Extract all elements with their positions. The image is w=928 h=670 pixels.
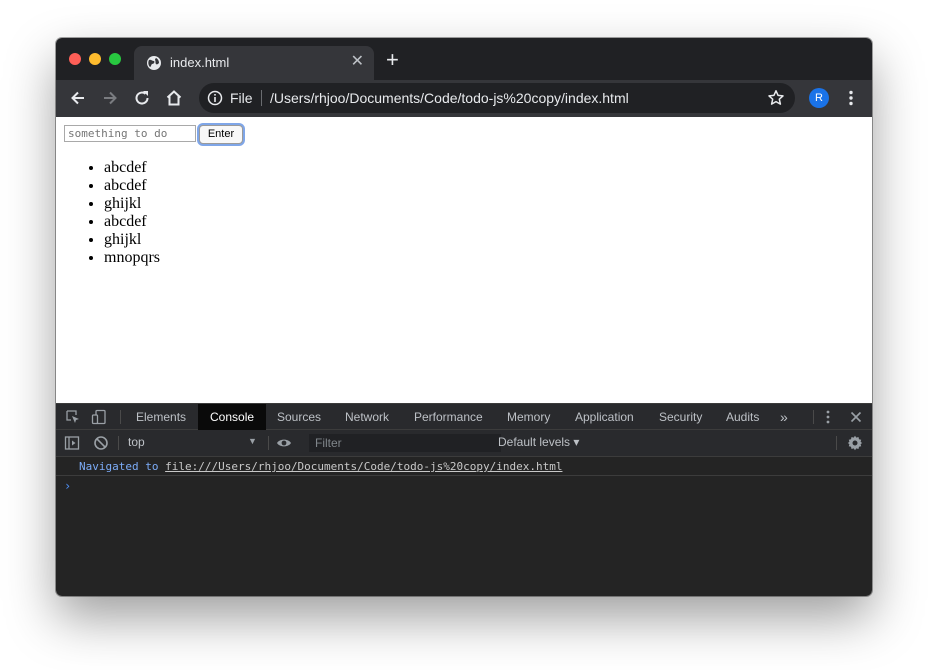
toolbar-divider [120, 410, 121, 424]
bookmark-star-icon[interactable] [767, 89, 785, 107]
devtools-panel: Elements Console Sources Network Perform… [56, 403, 872, 596]
tab-strip: index.html ✕ + [56, 38, 872, 80]
context-select[interactable]: top [128, 435, 145, 449]
close-window-button[interactable] [69, 53, 81, 65]
clear-console-icon[interactable] [93, 435, 109, 451]
tab-index-html[interactable]: index.html ✕ [134, 46, 374, 80]
console-prompt-icon[interactable]: › [64, 479, 71, 493]
tab-title: index.html [170, 55, 230, 70]
navigated-label: Navigated to [79, 460, 159, 473]
context-dropdown-arrow-icon[interactable]: ▼ [248, 436, 257, 446]
tab-security[interactable]: Security [647, 404, 714, 430]
browser-toolbar: File /Users/rhjoo/Documents/Code/todo-js… [56, 80, 872, 117]
profile-avatar[interactable]: R [809, 88, 829, 108]
inspect-element-icon[interactable] [65, 409, 81, 425]
minimize-window-button[interactable] [89, 53, 101, 65]
home-icon[interactable] [164, 88, 184, 108]
console-message: Navigated to file:///Users/rhjoo/Documen… [56, 457, 872, 476]
tab-audits[interactable]: Audits [714, 404, 771, 430]
devtools-tabbar: Elements Console Sources Network Perform… [56, 403, 872, 430]
device-toolbar-icon[interactable] [91, 409, 107, 425]
tab-console[interactable]: Console [198, 404, 267, 430]
info-icon[interactable] [207, 90, 223, 106]
tab-network[interactable]: Network [333, 404, 401, 430]
scheme-label: File [230, 90, 253, 106]
live-expression-eye-icon[interactable] [276, 435, 292, 451]
close-devtools-icon[interactable] [848, 409, 864, 425]
console-toolbar: top ▼ Default levels ▾ [56, 430, 872, 457]
globe-icon [147, 56, 161, 70]
more-tabs-chevron-icon[interactable]: » [780, 404, 788, 430]
enter-button[interactable]: Enter [199, 125, 243, 144]
todo-list: abcdef abcdef ghijkl abcdef ghijkl mnopq… [64, 159, 160, 267]
tab-memory[interactable]: Memory [495, 404, 562, 430]
tab-performance[interactable]: Performance [402, 404, 495, 430]
tab-application[interactable]: Application [563, 404, 646, 430]
console-settings-gear-icon[interactable] [847, 435, 863, 451]
zoom-window-button[interactable] [109, 53, 121, 65]
todo-input[interactable] [64, 125, 196, 142]
forward-arrow-icon[interactable] [100, 88, 120, 108]
new-tab-button[interactable]: + [386, 49, 399, 71]
toolbar-divider [118, 436, 119, 450]
sidebar-toggle-icon[interactable] [64, 435, 80, 451]
devtools-menu-icon[interactable] [820, 409, 836, 425]
tab-elements[interactable]: Elements [124, 404, 198, 430]
list-item: ghijkl [104, 231, 160, 249]
url-text[interactable]: /Users/rhjoo/Documents/Code/todo-js%20co… [270, 90, 629, 106]
omnibox-divider [261, 90, 262, 106]
list-item: abcdef [104, 213, 160, 231]
back-arrow-icon[interactable] [68, 88, 88, 108]
close-tab-icon[interactable]: ✕ [351, 54, 364, 70]
reload-icon[interactable] [132, 88, 152, 108]
page-viewport: Enter abcdef abcdef ghijkl abcdef ghijkl… [56, 117, 872, 403]
browser-window: index.html ✕ + File /Users/rhjoo/Documen… [56, 38, 872, 596]
filter-input[interactable] [309, 434, 501, 452]
list-item: abcdef [104, 159, 160, 177]
toolbar-divider [813, 410, 814, 424]
toolbar-divider [268, 436, 269, 450]
toolbar-divider [836, 436, 837, 450]
more-menu-icon[interactable] [841, 88, 861, 108]
list-item: mnopqrs [104, 249, 160, 267]
address-bar[interactable]: File /Users/rhjoo/Documents/Code/todo-js… [199, 83, 795, 113]
list-item: abcdef [104, 177, 160, 195]
navigated-url-link[interactable]: file:///Users/rhjoo/Documents/Code/todo-… [165, 460, 562, 473]
log-levels-dropdown[interactable]: Default levels ▾ [498, 435, 579, 449]
list-item: ghijkl [104, 195, 160, 213]
tab-sources[interactable]: Sources [265, 404, 333, 430]
